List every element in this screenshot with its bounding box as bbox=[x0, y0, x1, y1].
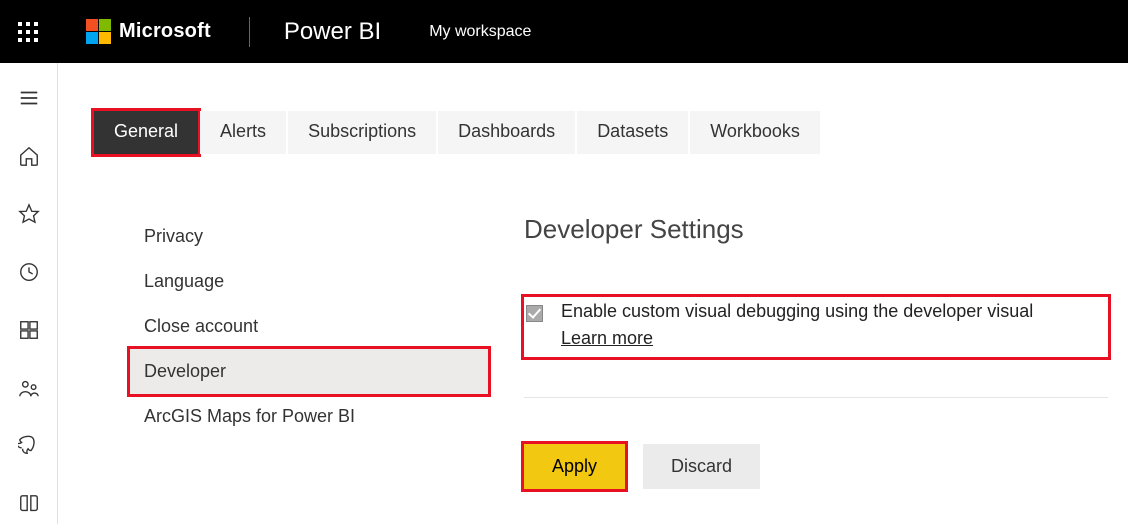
recent-icon[interactable] bbox=[18, 261, 40, 283]
header-divider bbox=[249, 17, 250, 47]
favorites-icon[interactable] bbox=[18, 203, 40, 225]
microsoft-logo-lockup: Microsoft bbox=[86, 19, 211, 44]
home-icon[interactable] bbox=[18, 145, 40, 167]
tab-dashboards[interactable]: Dashboards bbox=[438, 111, 575, 154]
left-nav bbox=[0, 63, 58, 524]
top-header: Microsoft Power BI My workspace bbox=[0, 0, 1128, 63]
workspace-name[interactable]: My workspace bbox=[429, 23, 531, 41]
hamburger-icon[interactable] bbox=[18, 87, 40, 109]
settings-panel: Developer Settings Enable custom visual … bbox=[488, 214, 1128, 489]
checkbox-label-wrap: Enable custom visual debugging using the… bbox=[561, 301, 1033, 349]
enable-debugging-label: Enable custom visual debugging using the… bbox=[561, 301, 1033, 321]
deployment-icon[interactable] bbox=[18, 435, 40, 457]
settings-nav-developer[interactable]: Developer bbox=[130, 349, 488, 394]
apps-icon[interactable] bbox=[18, 319, 40, 341]
settings-nav-language[interactable]: Language bbox=[130, 259, 488, 304]
tab-subscriptions[interactable]: Subscriptions bbox=[288, 111, 436, 154]
enable-debugging-checkbox[interactable] bbox=[526, 305, 543, 322]
learn-more-link[interactable]: Learn more bbox=[561, 328, 653, 349]
tab-datasets[interactable]: Datasets bbox=[577, 111, 688, 154]
tab-general[interactable]: General bbox=[94, 111, 198, 154]
microsoft-logo-icon bbox=[86, 19, 111, 44]
settings-nav-arcgis[interactable]: ArcGIS Maps for Power BI bbox=[130, 394, 488, 439]
brand-text: Microsoft bbox=[119, 20, 211, 43]
shared-icon[interactable] bbox=[18, 377, 40, 399]
learn-icon[interactable] bbox=[18, 493, 40, 515]
general-settings-nav: Privacy Language Close account Developer… bbox=[58, 214, 488, 489]
panel-actions: Apply Discard bbox=[524, 444, 1108, 489]
app-name: Power BI bbox=[284, 18, 381, 46]
panel-divider bbox=[524, 397, 1108, 398]
app-launcher-icon[interactable] bbox=[18, 22, 38, 42]
tab-alerts[interactable]: Alerts bbox=[200, 111, 286, 154]
tab-workbooks[interactable]: Workbooks bbox=[690, 111, 820, 154]
discard-button[interactable]: Discard bbox=[643, 444, 760, 489]
apply-button[interactable]: Apply bbox=[524, 444, 625, 489]
enable-debugging-row: Enable custom visual debugging using the… bbox=[524, 297, 1108, 357]
panel-title: Developer Settings bbox=[524, 214, 1108, 245]
settings-nav-privacy[interactable]: Privacy bbox=[130, 214, 488, 259]
settings-nav-close-account[interactable]: Close account bbox=[130, 304, 488, 349]
settings-tabs: General Alerts Subscriptions Dashboards … bbox=[58, 63, 1128, 154]
